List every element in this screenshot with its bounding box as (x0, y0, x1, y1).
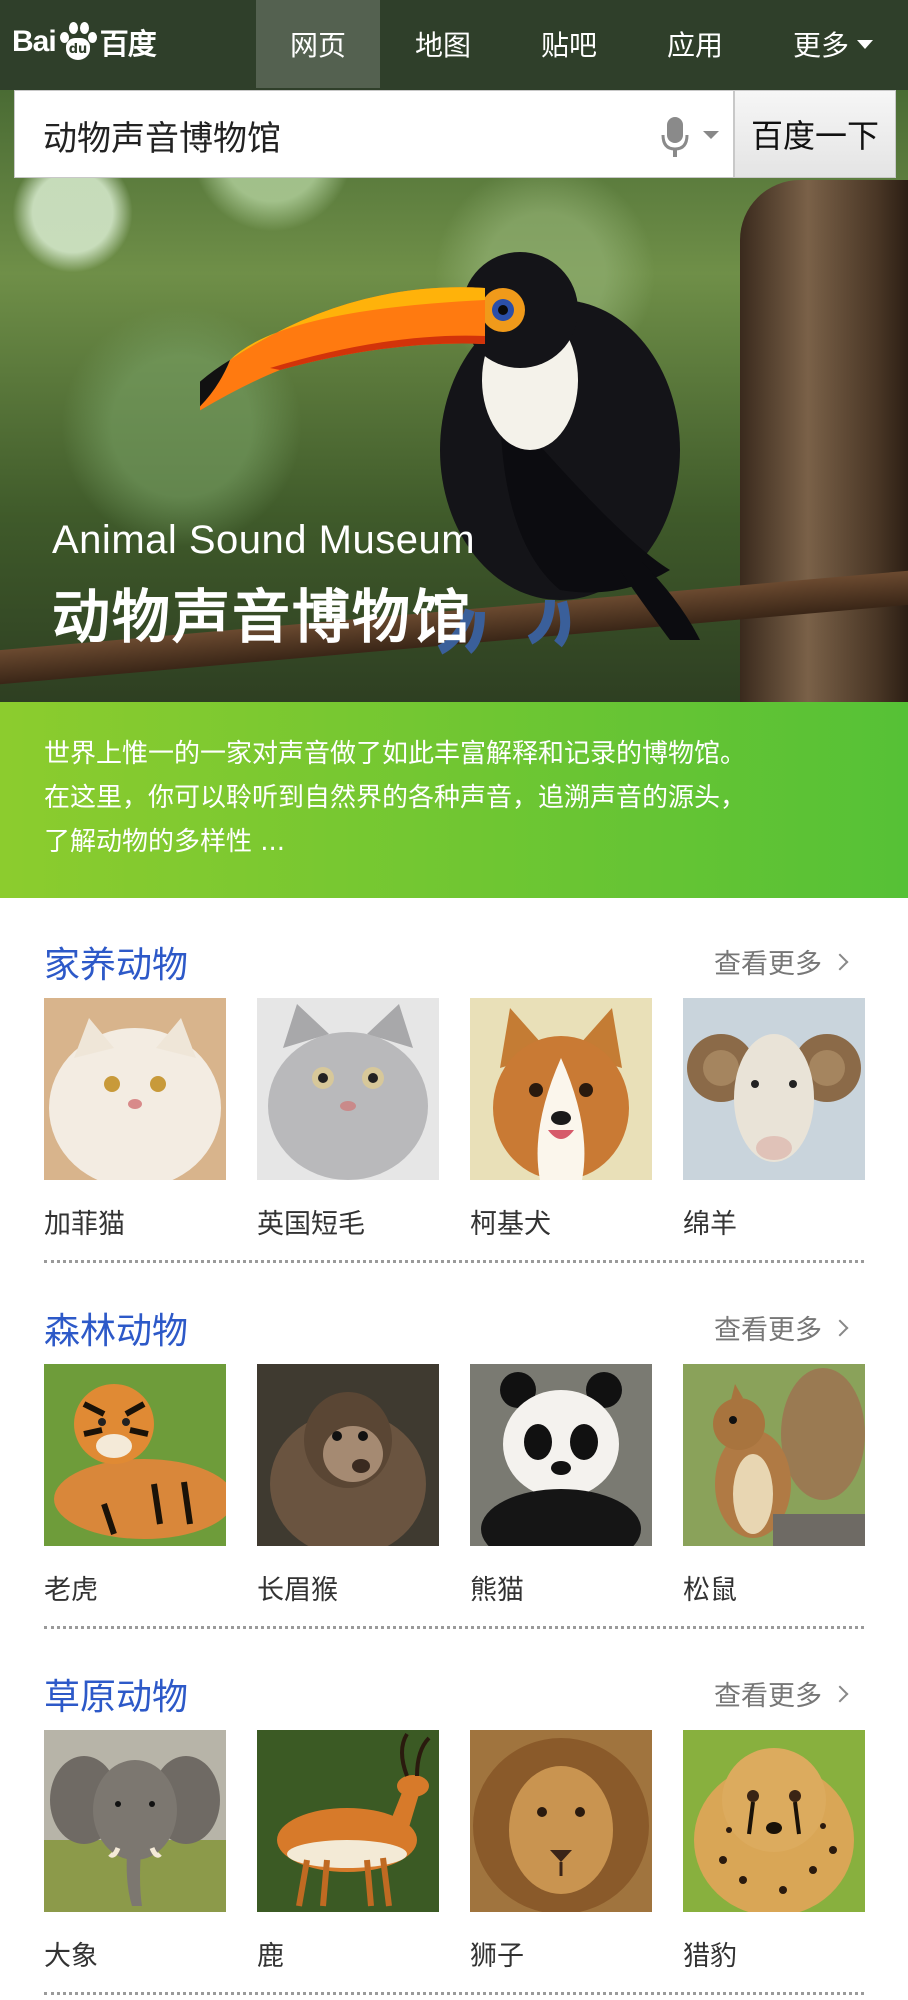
animal-card[interactable]: 老虎 (44, 1364, 226, 1607)
tiger-thumbnail[interactable] (44, 1364, 226, 1546)
top-nav: 网页 地图 贴吧 应用 更多 (256, 0, 908, 90)
nav-item-map[interactable]: 地图 (380, 0, 506, 88)
animal-label: 熊猫 (470, 1575, 524, 1606)
animal-card[interactable]: 英国短毛 (257, 998, 439, 1241)
intro-line: 在这里，你可以聆听到自然界的各种声音，追溯声音的源头， (44, 783, 747, 813)
animal-label: 柯基犬 (470, 1209, 551, 1240)
animal-card[interactable]: 柯基犬 (470, 998, 652, 1241)
squirrel-thumbnail[interactable] (683, 1364, 865, 1546)
search-box (14, 90, 734, 178)
nav-item-webpage[interactable]: 网页 (256, 0, 380, 88)
logo-paw-text: du (68, 42, 88, 57)
animal-card[interactable]: 鹿 (257, 1730, 439, 1973)
see-more-label: 查看更多 (714, 949, 822, 980)
category-title: 家养动物 (44, 945, 189, 986)
animal-card[interactable]: 加菲猫 (44, 998, 226, 1241)
nav-item-label: 应用 (666, 29, 723, 62)
nav-item-more[interactable]: 更多 (758, 0, 908, 88)
intro-line: 世界上惟一的一家对声音做了如此丰富解释和记录的博物馆。 (44, 739, 747, 769)
category-section-grassland: 草原动物 查看更多 大象 鹿 狮子 猎豹 (0, 1630, 908, 1996)
category-section-forest: 森林动物 查看更多 老虎 长眉猴 熊猫 松鼠 (0, 1264, 908, 1630)
see-more-link[interactable]: 查看更多 (714, 1674, 849, 1713)
animal-label: 鹿 (257, 1941, 284, 1972)
animal-label: 老虎 (44, 1575, 98, 1606)
animal-label: 英国短毛 (257, 1209, 365, 1240)
nav-item-label: 更多 (792, 29, 849, 62)
see-more-label: 查看更多 (714, 1315, 822, 1346)
see-more-link[interactable]: 查看更多 (714, 1308, 849, 1347)
animal-card[interactable]: 绵羊 (683, 998, 865, 1241)
nav-item-label: 网页 (289, 29, 346, 62)
hero-title-en: Animal Sound Museum (52, 518, 476, 562)
logo-latin-text: Bai (12, 25, 57, 58)
category-section-domestic: 家养动物 查看更多 加菲猫 英国短毛 柯基犬 绵羊 (0, 898, 908, 1264)
tree-trunk (740, 180, 908, 702)
caret-down-icon[interactable] (703, 131, 719, 139)
dotted-divider (44, 1626, 864, 1629)
nav-item-label: 地图 (414, 29, 471, 62)
animal-card[interactable]: 猎豹 (683, 1730, 865, 1973)
chevron-right-icon (831, 1319, 849, 1336)
animal-card[interactable]: 熊猫 (470, 1364, 652, 1607)
animal-label: 绵羊 (683, 1209, 737, 1240)
category-title: 森林动物 (44, 1311, 189, 1352)
persian-cat-thumbnail[interactable] (44, 998, 226, 1180)
top-header: Bai du 百度 网页 地图 贴吧 应用 更多 (0, 0, 908, 90)
nav-item-label: 贴吧 (540, 29, 597, 62)
animal-label: 加菲猫 (44, 1209, 125, 1240)
dotted-divider (44, 1992, 864, 1995)
animal-label: 猎豹 (683, 1941, 737, 1972)
search-button[interactable]: 百度一下 (734, 90, 896, 178)
nav-item-tieba[interactable]: 贴吧 (506, 0, 632, 88)
hero-banner: 百度一下 Animal Sound Museum 动物声音博物馆 (0, 90, 908, 702)
see-more-link[interactable]: 查看更多 (714, 942, 849, 981)
search-input[interactable] (43, 109, 603, 161)
intro-line: 了解动物的多样性 ... (44, 827, 286, 857)
panda-thumbnail[interactable] (470, 1364, 652, 1546)
animal-label: 大象 (44, 1941, 98, 1972)
chevron-right-icon (831, 953, 849, 970)
hero-title-cn: 动物声音博物馆 (52, 583, 473, 651)
lion-thumbnail[interactable] (470, 1730, 652, 1912)
corgi-thumbnail[interactable] (470, 998, 652, 1180)
microphone-icon[interactable] (661, 115, 689, 159)
animal-label: 长眉猴 (257, 1575, 338, 1606)
category-title: 草原动物 (44, 1677, 189, 1718)
paw-icon: du (58, 20, 98, 64)
elephant-thumbnail[interactable] (44, 1730, 226, 1912)
chevron-right-icon (831, 1685, 849, 1702)
british-shorthair-thumbnail[interactable] (257, 998, 439, 1180)
ram-thumbnail[interactable] (683, 998, 865, 1180)
intro-banner: 世界上惟一的一家对声音做了如此丰富解释和记录的博物馆。 在这里，你可以聆听到自然… (0, 702, 908, 898)
baidu-logo[interactable]: Bai du 百度 (12, 12, 172, 72)
monkey-thumbnail[interactable] (257, 1364, 439, 1546)
animal-card[interactable]: 长眉猴 (257, 1364, 439, 1607)
animal-card[interactable]: 狮子 (470, 1730, 652, 1973)
animal-label: 狮子 (470, 1941, 524, 1972)
dotted-divider (44, 1260, 864, 1263)
animal-label: 松鼠 (683, 1575, 737, 1606)
impala-thumbnail[interactable] (257, 1730, 439, 1912)
caret-down-icon (857, 39, 873, 49)
logo-cn-text: 百度 (99, 27, 157, 61)
see-more-label: 查看更多 (714, 1681, 822, 1712)
animal-card[interactable]: 松鼠 (683, 1364, 865, 1607)
animal-card[interactable]: 大象 (44, 1730, 226, 1973)
cheetah-thumbnail[interactable] (683, 1730, 865, 1912)
nav-item-apps[interactable]: 应用 (632, 0, 758, 88)
